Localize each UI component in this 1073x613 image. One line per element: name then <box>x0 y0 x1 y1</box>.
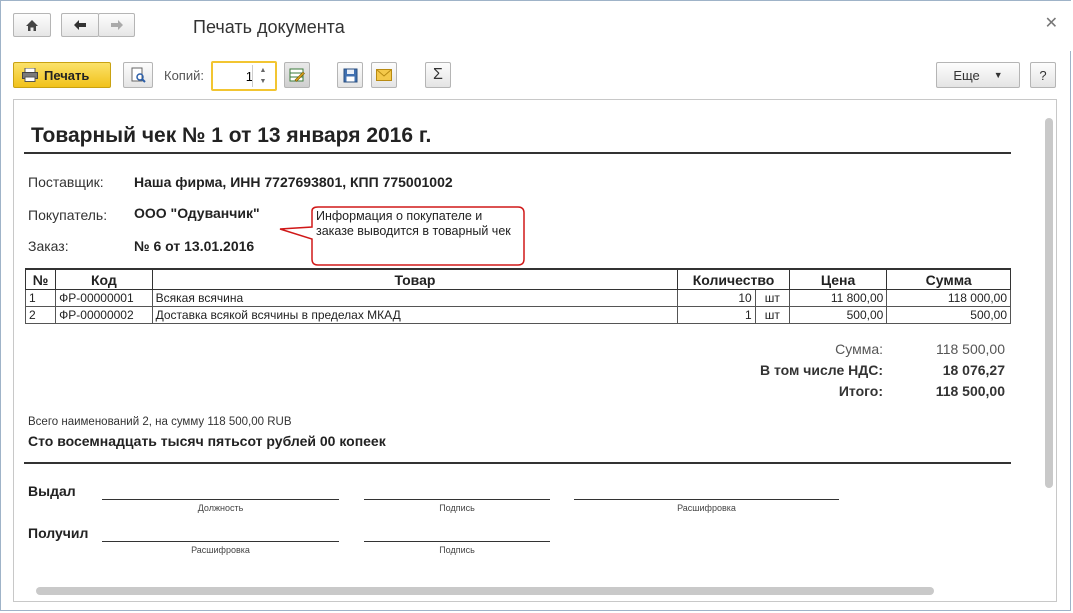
row-num: 1 <box>24 289 57 307</box>
row-code: ФР-00000001 <box>55 289 153 307</box>
vat-label: В том числе НДС: <box>759 362 883 378</box>
supplier-label: Поставщик: <box>28 174 104 190</box>
row-sum: 118 000,00 <box>886 289 1011 307</box>
copies-spin[interactable]: ▲ ▼ <box>252 65 273 87</box>
issued-signature-line <box>364 499 550 500</box>
arrow-right-icon <box>110 20 123 30</box>
total-value: 118 500,00 <box>935 383 1005 399</box>
supplier-value: Наша фирма, ИНН 7727693801, КПП 77500100… <box>134 174 453 190</box>
order-label: Заказ: <box>28 238 69 254</box>
edit-mode-button[interactable] <box>284 62 310 88</box>
signature-caption: Подпись <box>439 503 475 513</box>
copies-stepper[interactable]: ▲ ▼ <box>211 61 277 91</box>
amount-in-words: Сто восемнадцать тысяч пятьсот рублей 00… <box>28 433 386 449</box>
print-window: Печать документа ✕ Печать Копий: ▲ ▼ <box>0 0 1072 611</box>
printer-icon <box>22 68 38 82</box>
callout-text: Информация о покупателе и заказе выводит… <box>316 209 511 238</box>
page-magnifier-icon <box>131 67 146 83</box>
help-label: ? <box>1039 67 1047 83</box>
window-title: Печать документа <box>193 17 345 37</box>
more-button-label: Еще <box>953 67 980 83</box>
issued-position-line <box>102 499 339 500</box>
sum-button[interactable]: Σ <box>425 62 451 88</box>
col-header-item: Товар <box>151 268 679 290</box>
received-decoding-caption: Расшифровка <box>191 545 250 555</box>
print-button[interactable]: Печать <box>13 62 111 88</box>
row-qty: 1 <box>677 306 756 324</box>
document-title: Товарный чек № 1 от 13 января 2016 г. <box>31 124 432 147</box>
row-unit: шт <box>754 289 790 307</box>
col-header-qty: Количество <box>677 268 790 290</box>
document-viewport[interactable]: Товарный чек № 1 от 13 января 2016 г. По… <box>13 99 1057 602</box>
print-button-label: Печать <box>44 67 90 83</box>
row-num: 2 <box>24 306 57 324</box>
col-header-code: Код <box>55 268 153 290</box>
send-email-button[interactable] <box>371 62 397 88</box>
envelope-icon <box>376 69 392 81</box>
summary-divider <box>24 462 1011 464</box>
preview-button[interactable] <box>123 62 153 88</box>
total-label: Итого: <box>838 383 883 399</box>
home-button[interactable] <box>13 13 51 37</box>
items-table: № Код Товар Количество Цена Сумма 1 ФР-0… <box>24 268 1011 324</box>
help-button[interactable]: ? <box>1030 62 1056 88</box>
received-signature-line <box>364 541 550 542</box>
sum-label: Сумма: <box>835 341 883 357</box>
home-icon <box>26 19 38 31</box>
row-code: ФР-00000002 <box>55 306 153 324</box>
sigma-icon: Σ <box>433 66 443 83</box>
copies-label: Копий: <box>164 68 204 83</box>
vat-value: 18 076,27 <box>942 362 1005 378</box>
arrow-left-icon <box>74 20 86 30</box>
toolbar: Печать Копий: ▲ ▼ <box>1 61 1072 93</box>
received-label: Получил <box>28 525 89 541</box>
dropdown-arrow-icon: ▼ <box>993 70 1003 80</box>
floppy-disk-icon <box>343 68 357 82</box>
close-icon[interactable]: ✕ <box>1045 13 1058 33</box>
table-row: 1 ФР-00000001 Всякая всячина 10 шт 11 80… <box>24 289 1011 307</box>
horizontal-scrollbar[interactable] <box>36 587 934 595</box>
back-button[interactable] <box>61 13 99 37</box>
annotation-callout: Информация о покупателе и заказе выводит… <box>274 205 529 267</box>
order-value: № 6 от 13.01.2016 <box>134 238 255 254</box>
save-button[interactable] <box>337 62 363 88</box>
row-unit: шт <box>754 306 790 324</box>
received-decoding-line <box>102 541 339 542</box>
vertical-scrollbar[interactable] <box>1045 118 1053 488</box>
forward-button[interactable] <box>98 13 135 37</box>
col-header-sum: Сумма <box>886 268 1011 290</box>
sum-value: 118 500,00 <box>935 341 1005 357</box>
decoding-caption: Расшифровка <box>677 503 736 513</box>
issued-label: Выдал <box>28 483 76 499</box>
row-price: 11 800,00 <box>788 289 888 307</box>
title-bar: Печать документа ✕ <box>1 1 1072 51</box>
row-sum: 500,00 <box>886 306 1011 324</box>
buyer-value: ООО "Одуванчик" <box>134 205 260 221</box>
table-row: 2 ФР-00000002 Доставка всякой всячины в … <box>24 306 1011 324</box>
row-item: Всякая всячина <box>151 289 679 307</box>
received-signature-caption: Подпись <box>439 545 475 555</box>
row-item: Доставка всякой всячины в пределах МКАД <box>151 306 679 324</box>
more-button[interactable]: Еще ▼ <box>936 62 1020 88</box>
table-header-row: № Код Товар Количество Цена Сумма <box>24 268 1011 290</box>
buyer-label: Покупатель: <box>28 207 108 223</box>
col-header-price: Цена <box>788 268 888 290</box>
issued-decoding-line <box>574 499 839 500</box>
col-header-num: № <box>24 268 57 290</box>
spin-down-icon[interactable]: ▼ <box>253 76 273 87</box>
edit-table-icon <box>289 68 305 82</box>
title-divider <box>24 152 1011 154</box>
summary-line: Всего наименований 2, на сумму 118 500,0… <box>28 416 292 428</box>
copies-input[interactable] <box>215 67 253 85</box>
row-price: 500,00 <box>788 306 888 324</box>
row-qty: 10 <box>677 289 756 307</box>
spin-up-icon[interactable]: ▲ <box>253 65 273 76</box>
position-caption: Должность <box>197 503 244 513</box>
